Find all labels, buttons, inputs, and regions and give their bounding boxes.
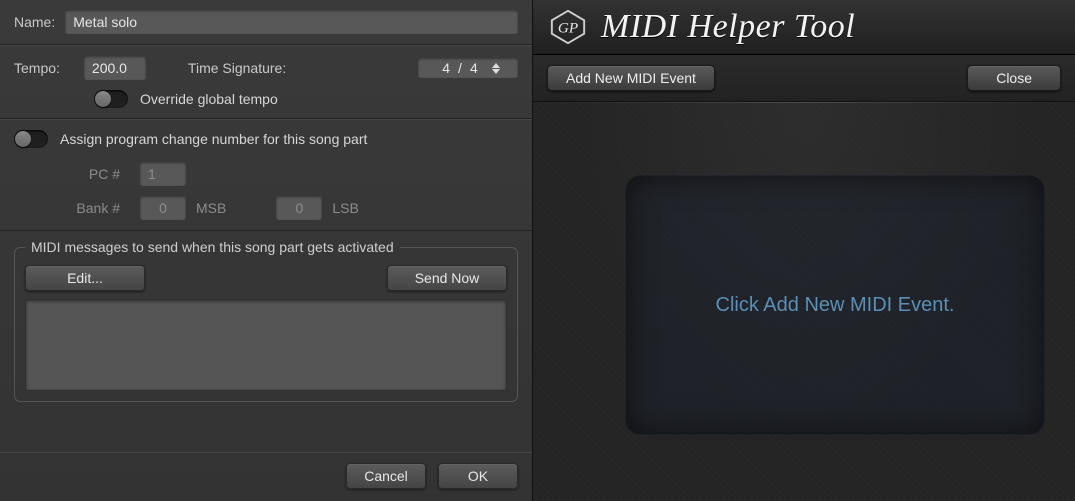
override-tempo-toggle[interactable] (94, 90, 128, 108)
tempo-section: Tempo: Time Signature: 4 / 4 Override gl… (0, 45, 532, 119)
bank-label: Bank # (60, 200, 120, 216)
stepper-icon[interactable] (492, 63, 500, 74)
lsb-label: LSB (332, 200, 358, 216)
pc-input[interactable] (140, 162, 186, 186)
midi-messages-legend: MIDI messages to send when this song par… (25, 239, 400, 255)
midi-helper-window: GP MIDI Helper Tool Add New MIDI Event C… (533, 0, 1075, 501)
tempo-input[interactable] (84, 56, 146, 80)
assign-pc-label: Assign program change number for this so… (60, 131, 367, 147)
dialog-footer: Cancel OK (0, 452, 532, 501)
slash-glyph: / (458, 60, 462, 76)
midi-helper-header: GP MIDI Helper Tool (533, 0, 1075, 55)
midi-messages-list[interactable] (25, 299, 507, 391)
time-signature-label: Time Signature: (188, 60, 286, 76)
close-button[interactable]: Close (967, 65, 1061, 91)
cancel-button[interactable]: Cancel (346, 463, 426, 489)
midi-helper-toolbar: Add New MIDI Event Close (533, 55, 1075, 102)
msb-label: MSB (196, 200, 226, 216)
divider (533, 102, 1075, 103)
assign-pc-toggle[interactable] (14, 130, 48, 148)
add-midi-event-button[interactable]: Add New MIDI Event (547, 65, 715, 91)
midi-event-dropzone[interactable]: Click Add New MIDI Event. (625, 175, 1045, 435)
name-section: Name: (0, 0, 532, 45)
program-change-section: Assign program change number for this so… (0, 119, 532, 231)
ok-button[interactable]: OK (438, 463, 518, 489)
midi-helper-title: MIDI Helper Tool (601, 8, 855, 46)
name-label: Name: (14, 14, 55, 30)
song-part-editor: Name: Tempo: Time Signature: 4 / 4 Overr… (0, 0, 533, 501)
dropzone-hint: Click Add New MIDI Event. (716, 294, 955, 317)
pc-label: PC # (60, 166, 120, 182)
bank-msb-input[interactable] (140, 196, 186, 220)
tempo-label: Tempo: (14, 60, 60, 76)
override-tempo-label: Override global tempo (140, 91, 278, 107)
bank-lsb-input[interactable] (276, 196, 322, 220)
send-now-button[interactable]: Send Now (387, 265, 507, 291)
time-signature-selector[interactable]: 4 / 4 (418, 58, 518, 78)
timesig-denominator: 4 (470, 60, 478, 76)
name-input[interactable] (65, 10, 518, 34)
edit-button[interactable]: Edit... (25, 265, 145, 291)
timesig-numerator: 4 (442, 60, 450, 76)
gp-logo-icon: GP (549, 8, 587, 46)
midi-messages-group: MIDI messages to send when this song par… (14, 239, 518, 402)
svg-text:GP: GP (558, 20, 578, 37)
